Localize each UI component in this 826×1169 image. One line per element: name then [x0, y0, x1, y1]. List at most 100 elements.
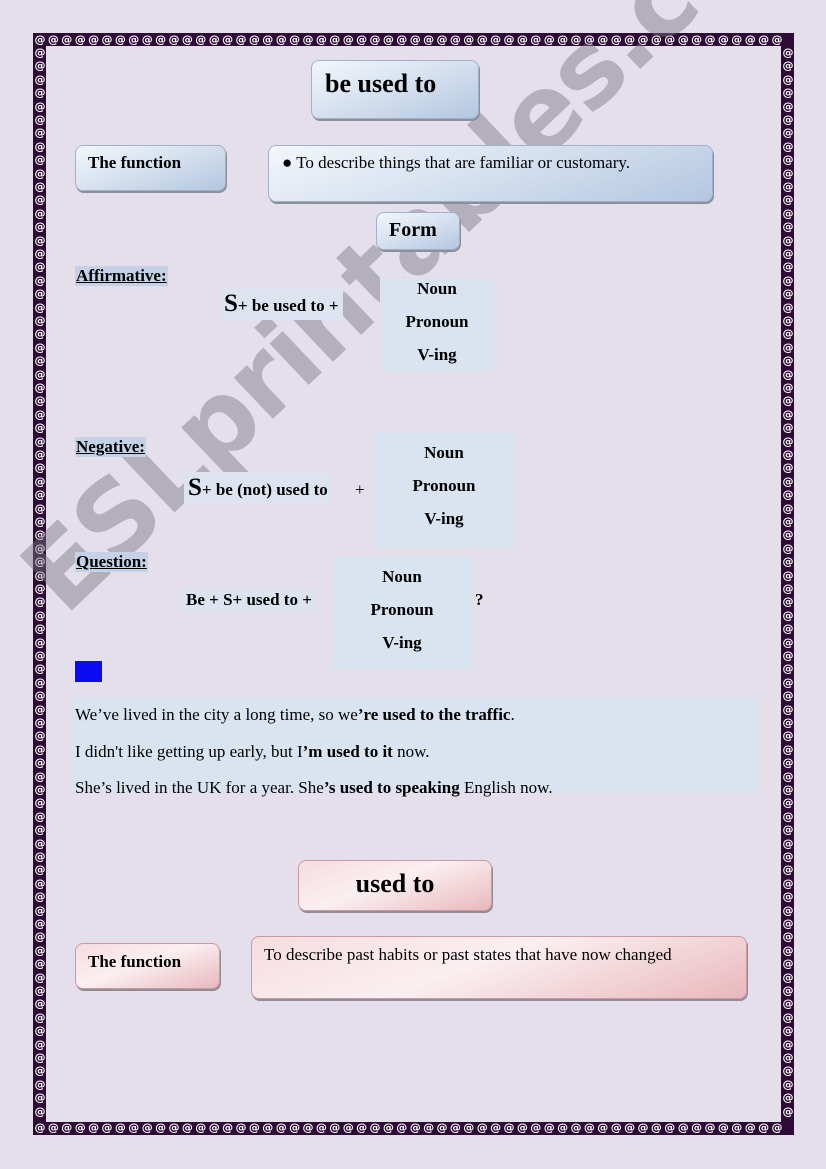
border-swirl-icon: @ — [235, 1121, 247, 1134]
border-swirl-icon: @ — [329, 33, 341, 46]
border-swirl-icon: @ — [782, 729, 794, 743]
question-options: Noun Pronoun V-ing — [331, 557, 473, 669]
be-used-to-title-text: be used to — [325, 69, 437, 98]
subject-symbol: S — [224, 290, 238, 317]
function-label-box: The function — [75, 145, 226, 191]
border-swirl-icon: @ — [34, 823, 46, 837]
border-swirl-icon: @ — [289, 33, 301, 46]
border-swirl-icon: @ — [530, 33, 542, 46]
border-swirl-icon: @ — [34, 180, 46, 193]
subject-symbol: S — [188, 474, 202, 501]
border-swirl-icon: @ — [34, 381, 46, 394]
border-swirl-icon: @ — [782, 314, 794, 327]
border-swirl-icon: @ — [782, 568, 794, 582]
border-swirl-icon: @ — [782, 381, 794, 394]
border-swirl-icon: @ — [181, 33, 193, 46]
border-swirl-icon: @ — [650, 1121, 662, 1134]
border-swirl-icon: @ — [624, 33, 636, 46]
border-swirl-icon: @ — [463, 33, 475, 46]
border-swirl-icon: @ — [248, 1121, 260, 1134]
border-swirl-icon: @ — [34, 340, 46, 354]
border-swirl-icon: @ — [782, 1024, 794, 1038]
border-swirl-icon: @ — [141, 1121, 153, 1134]
border-swirl-icon: @ — [758, 1121, 770, 1134]
border-swirl-icon: @ — [691, 1121, 703, 1134]
option-v-ing: V-ing — [417, 345, 457, 364]
border-swirl-icon: @ — [423, 33, 435, 46]
border-swirl-icon: @ — [782, 1037, 794, 1051]
border-swirl-icon: @ — [34, 582, 46, 595]
used-to-function-description-box: To describe past habits or past states t… — [251, 936, 747, 999]
border-swirl-icon: @ — [275, 1121, 287, 1134]
border-swirl-icon: @ — [677, 1121, 689, 1134]
border-swirl-icon: @ — [664, 1121, 676, 1134]
border-swirl-icon: @ — [155, 33, 167, 46]
border-swirl-icon: @ — [583, 33, 595, 46]
border-swirl-icon: @ — [74, 33, 86, 46]
border-swirl-icon: @ — [34, 729, 46, 743]
border-swirl-icon: @ — [782, 608, 794, 622]
question-formula: Be + S+ used to + — [182, 588, 316, 612]
border-swirl-icon: @ — [34, 421, 46, 435]
border-swirl-icon: @ — [782, 997, 794, 1011]
option-v-ing: V-ing — [382, 633, 422, 652]
border-swirl-icon: @ — [61, 1121, 73, 1134]
border-swirl-icon: @ — [101, 33, 113, 46]
border-swirl-icon: @ — [34, 756, 46, 770]
example-sentence: I didn't like getting up early, but I’m … — [75, 741, 430, 761]
border-swirl-icon: @ — [782, 488, 794, 502]
border-swirl-icon: @ — [34, 769, 46, 783]
border-swirl-icon: @ — [88, 33, 100, 46]
border-swirl-icon: @ — [168, 33, 180, 46]
border-swirl-icon: @ — [34, 260, 46, 274]
negative-label: Negative: — [75, 437, 146, 457]
border-swirl-icon: @ — [34, 113, 46, 126]
border-swirl-icon: @ — [222, 1121, 234, 1134]
border-swirl-icon: @ — [782, 823, 794, 837]
border-swirl-icon: @ — [449, 1121, 461, 1134]
border-swirl-icon: @ — [490, 33, 502, 46]
border-swirl-icon: @ — [315, 1121, 327, 1134]
border-swirl-icon: @ — [782, 622, 794, 636]
border-swirl-icon: @ — [782, 59, 794, 73]
border-swirl-icon: @ — [382, 1121, 394, 1134]
negative-options: Noun Pronoun V-ing — [373, 432, 515, 548]
border-swirl-icon: @ — [691, 33, 703, 46]
border-swirl-icon: @ — [782, 796, 794, 810]
border-swirl-icon: @ — [34, 716, 46, 729]
border-swirl-icon: @ — [782, 166, 794, 180]
border-swirl-icon: @ — [34, 461, 46, 475]
border-swirl-icon: @ — [782, 809, 794, 823]
border-swirl-icon: @ — [34, 984, 46, 997]
border-swirl-icon: @ — [34, 1077, 46, 1091]
border-swirl-icon: @ — [34, 501, 46, 515]
border-swirl-icon: @ — [782, 903, 794, 917]
border-swirl-icon: @ — [782, 689, 794, 703]
negative-formula: S+ be (not) used to — [184, 472, 332, 504]
border-swirl-icon: @ — [423, 1121, 435, 1134]
border-swirl-icon: @ — [570, 1121, 582, 1134]
border-swirl-icon: @ — [34, 1051, 46, 1064]
border-swirl-icon: @ — [34, 515, 46, 528]
border-swirl-icon: @ — [47, 1121, 59, 1134]
examples-box: We’ve lived in the city a long time, so … — [72, 697, 757, 797]
border-swirl-icon: @ — [782, 970, 794, 984]
border-swirl-icon: @ — [262, 33, 274, 46]
border-swirl-icon: @ — [782, 1064, 794, 1078]
border-swirl-icon: @ — [195, 33, 207, 46]
question-mark: ? — [475, 590, 484, 609]
border-swirl-icon: @ — [34, 72, 46, 86]
border-swirl-icon: @ — [34, 247, 46, 260]
border-swirl-icon: @ — [47, 33, 59, 46]
negative-formula-text: + be (not) used to — [201, 480, 328, 499]
border-swirl-icon: @ — [302, 1121, 314, 1134]
border-swirl-icon: @ — [34, 742, 46, 756]
border-swirl-icon: @ — [449, 33, 461, 46]
border-swirl-icon: @ — [34, 327, 46, 341]
border-swirl-icon: @ — [195, 1121, 207, 1134]
border-swirl-icon: @ — [155, 1121, 167, 1134]
border-swirl-icon: @ — [34, 474, 46, 488]
border-swirl-icon: @ — [782, 300, 794, 314]
border-swirl-icon: @ — [382, 33, 394, 46]
border-swirl-icon: @ — [34, 153, 46, 167]
